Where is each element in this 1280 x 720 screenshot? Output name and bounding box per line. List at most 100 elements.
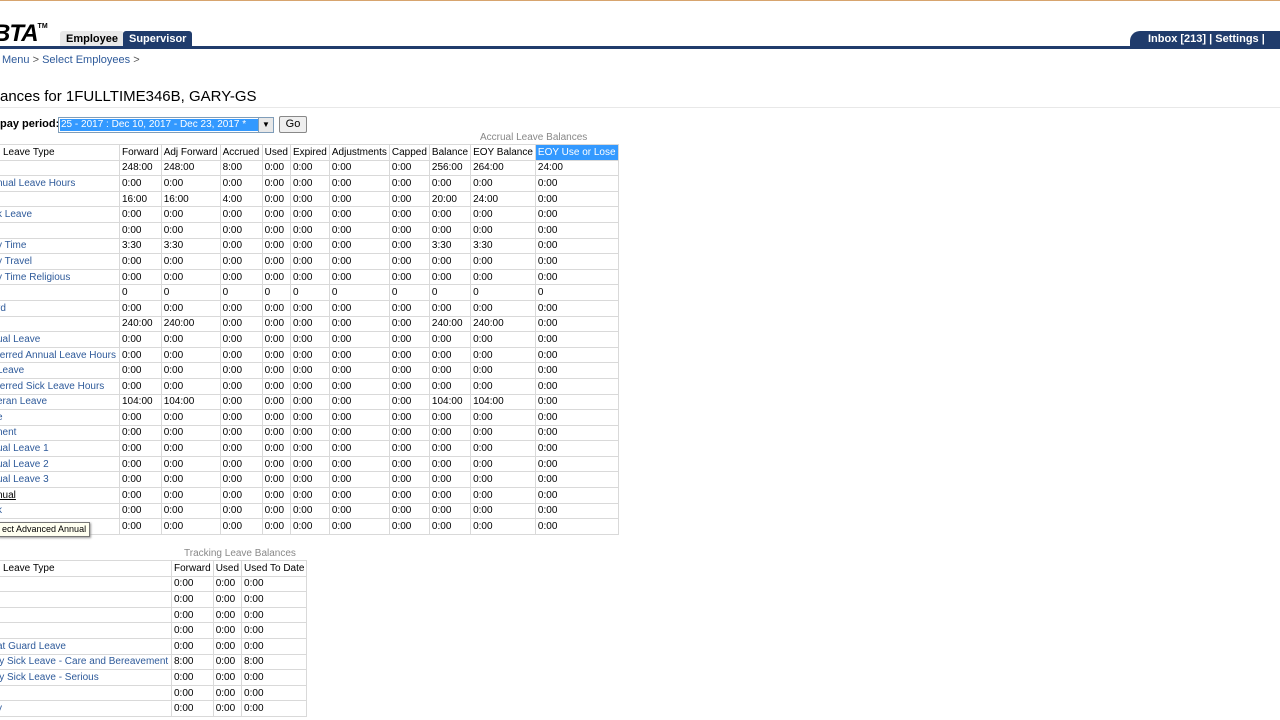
leave-type-link[interactable]: ferred Sick Leave Hours — [0, 377, 120, 395]
table-cell: 0:00 — [171, 669, 214, 686]
table-cell: 0:00 — [171, 575, 214, 593]
table-cell: 0:00 — [328, 315, 390, 333]
table-cell: 8:00 — [219, 159, 263, 177]
table-cell: 3:30 — [470, 237, 536, 255]
leave-type-link[interactable]: ly Sick Leave - Care and Bereavement — [0, 653, 172, 671]
table-row: ferred Sick Leave Hours 0:00 0:00 0:00 0:00 0… — [0, 377, 619, 395]
table-cell: 0:00 — [261, 175, 291, 192]
table-cell: 0:00 — [328, 377, 390, 395]
table-cell: 0:00 — [261, 206, 291, 223]
table-cell: 0:00 — [428, 377, 472, 395]
leave-type-link[interactable]: ual Leave 1 — [0, 440, 120, 457]
leave-type-link[interactable]: ual Leave 3 — [0, 471, 120, 489]
table-cell: 3:30 — [119, 237, 162, 255]
table-cell: 0:00 — [160, 502, 221, 520]
table-cell: 0:00 — [219, 440, 263, 457]
table-row: 16:00 16:00 4:00 0:00 0:00 0:00 0:00 20:00 24:00… — [0, 190, 619, 208]
leave-type-link[interactable]: at Guard Leave — [0, 637, 172, 655]
leave-type-link[interactable]: nual Leave Hours — [0, 175, 120, 192]
table-cell: 0:00 — [119, 487, 162, 504]
table-cell: 0:00 — [119, 471, 162, 489]
table-cell: 0:00 — [261, 159, 291, 177]
leave-type-link[interactable]: y Time Religious — [0, 268, 120, 286]
pay-period-label: pay period: — [0, 118, 60, 130]
table-cell: 0:00 — [470, 518, 536, 535]
leave-type-link[interactable]: nent — [0, 424, 120, 442]
leave-type-link[interactable]: k — [0, 502, 120, 520]
leave-type-link[interactable]: eran Leave — [0, 393, 120, 411]
leave-type-link[interactable]: Leave — [0, 362, 120, 379]
table-cell: 0:00 — [328, 487, 390, 504]
table-cell: 0:00 — [388, 299, 430, 317]
table-cell: 0:00 — [160, 221, 221, 239]
table-cell: 0:00 — [219, 362, 263, 379]
table-cell: 0:00 — [534, 362, 619, 379]
table-cell: 0:00 — [160, 331, 221, 348]
table-cell: 0:00 — [328, 175, 390, 192]
leave-type-link — [0, 221, 120, 239]
table-cell: 0:00 — [328, 455, 390, 473]
leave-type-link[interactable]: k Leave — [0, 206, 120, 223]
go-button[interactable]: Go — [279, 116, 307, 133]
table-cell: 0:00 — [289, 440, 330, 457]
table-cell: 0:00 — [388, 409, 430, 426]
table-cell: 0:00 — [328, 362, 390, 379]
table-cell: 0:00 — [289, 487, 330, 504]
table-cell: 240:00 — [470, 315, 536, 333]
leave-type-link[interactable]: ferred Annual Leave Hours — [0, 346, 120, 364]
table-cell: 0:00 — [328, 409, 390, 426]
leave-type-link[interactable]: ual Leave 2 — [0, 455, 120, 473]
table-row: nent0:000:000:000:000:000:000:000:000:00… — [0, 424, 619, 442]
table-cell: 0:00 — [428, 455, 472, 473]
table-cell: 0 — [160, 284, 221, 301]
table-cell: 0:00 — [388, 393, 430, 411]
table-cell: 0:00 — [534, 346, 619, 364]
table-cell: 24:00 — [534, 159, 619, 177]
table-cell: 0:00 — [219, 409, 263, 426]
table-row: y Time Religious 0:00 0:00 0:00 0:00 0:00 0:00… — [0, 268, 619, 286]
table-cell: 0:00 — [388, 377, 430, 395]
table-cell: 0:00 — [261, 221, 291, 239]
table-cell: 0:00 — [119, 424, 162, 442]
table-cell: 0:00 — [534, 175, 619, 192]
table-cell: 0:00 — [470, 206, 536, 223]
table-row: 0:00 0:00 0:00 — [0, 591, 308, 608]
leave-type-link[interactable]: y Travel — [0, 253, 120, 270]
settings-link[interactable]: Settings — [1215, 33, 1258, 45]
breadcrumb-menu[interactable]: Menu — [2, 54, 30, 66]
leave-type-link[interactable]: y Time — [0, 237, 120, 255]
tab-employee[interactable]: Employee — [60, 31, 124, 47]
table-cell: 0:00 — [171, 591, 214, 608]
table-cell: 0:00 — [160, 424, 221, 442]
table-cell: 8:00 — [241, 653, 308, 671]
tab-supervisor[interactable]: Supervisor — [123, 31, 193, 47]
table-cell: 0:00 — [119, 299, 162, 317]
table-cell: 0:00 — [328, 502, 390, 520]
table-cell: 0:00 — [534, 424, 619, 442]
accrual-column-header: Capped — [388, 144, 430, 161]
table-cell: 104:00 — [428, 393, 472, 411]
table-row: 0000000000 — [0, 284, 619, 301]
leave-type-link[interactable]: nual — [0, 487, 120, 504]
table-cell: 0:00 — [241, 669, 308, 686]
table-cell: 0:00 — [328, 471, 390, 489]
leave-type-link[interactable]: ly Sick Leave - Serious — [0, 669, 172, 686]
chevron-down-icon[interactable]: ▼ — [258, 118, 273, 132]
table-cell: 0:00 — [160, 299, 221, 317]
accrual-column-header: EOY Use or Lose — [534, 144, 619, 161]
table-cell: 256:00 — [428, 159, 472, 177]
table-cell: 3:30 — [428, 237, 472, 255]
help-link[interactable]: Help — [1148, 49, 1172, 61]
table-cell: 240:00 — [428, 315, 472, 333]
table-cell: 0:00 — [160, 206, 221, 223]
leave-type-link[interactable]: y — [0, 700, 172, 717]
leave-type-link[interactable]: e — [0, 409, 120, 426]
breadcrumb-select-employees[interactable]: Select Employees — [42, 54, 130, 66]
table-cell: 0 — [289, 284, 330, 301]
inbox-link[interactable]: Inbox [213] — [1148, 33, 1206, 45]
table-cell: 0 — [470, 284, 536, 301]
leave-type-link — [0, 190, 120, 208]
leave-type-link[interactable]: ual Leave — [0, 331, 120, 348]
pay-period-select[interactable]: 25 - 2017 : Dec 10, 2017 - Dec 23, 2017 … — [58, 117, 274, 133]
leave-type-link[interactable]: rd — [0, 299, 120, 317]
